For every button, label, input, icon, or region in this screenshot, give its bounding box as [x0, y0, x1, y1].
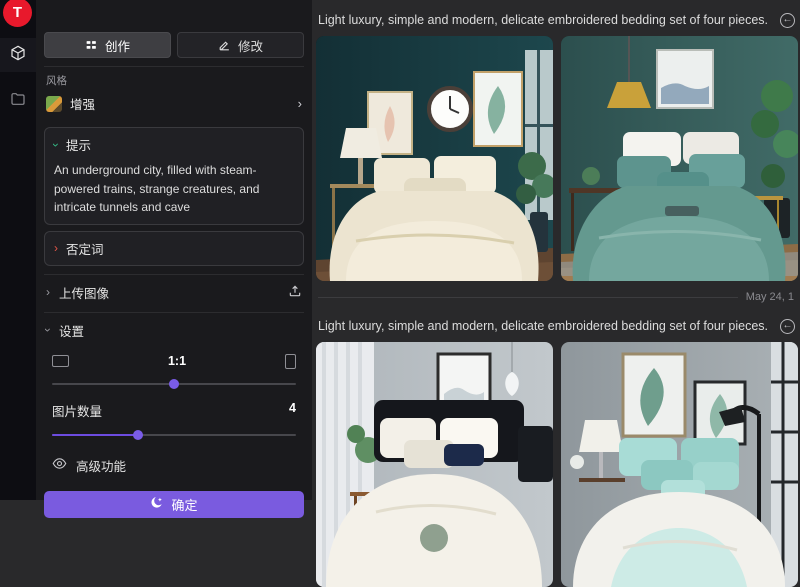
aspect-ratio-value: 1:1 — [69, 354, 285, 368]
image-count-value: 4 — [289, 401, 296, 420]
moon-sparkle-icon — [150, 496, 164, 513]
prompt-box-header[interactable]: › 提示 — [54, 135, 294, 154]
tab-create-label: 创作 — [105, 36, 130, 55]
date-label: May 24, 1 — [746, 291, 794, 303]
advanced-features-row[interactable]: 高级功能 — [52, 456, 296, 475]
aspect-ratio-slider[interactable] — [52, 383, 296, 385]
chevron-down-icon: › — [42, 328, 54, 332]
negative-label: 否定词 — [66, 239, 104, 258]
cube-icon — [10, 45, 26, 66]
image-count-row: 图片数量 4 — [52, 401, 296, 420]
slider-thumb[interactable] — [169, 379, 179, 389]
chevron-right-icon: › — [54, 242, 58, 254]
landscape-ratio-icon[interactable] — [52, 355, 69, 367]
generation-panel: 创作 修改 风格 增强 › › 提示 An underground city, … — [36, 0, 312, 500]
prompt-title: 提示 — [66, 135, 91, 154]
tab-modify-label: 修改 — [238, 36, 263, 55]
settings-label: 设置 — [59, 321, 84, 340]
upload-icon — [288, 284, 302, 301]
generated-image[interactable] — [316, 36, 553, 281]
app-logo[interactable]: T — [3, 0, 32, 27]
folder-icon — [10, 91, 26, 112]
confirm-button[interactable]: 确定 — [44, 491, 304, 518]
tab-create[interactable]: 创作 — [44, 32, 171, 58]
settings-header[interactable]: › 设置 — [44, 312, 304, 342]
sidebar-item-assets[interactable] — [0, 84, 36, 118]
date-divider: May 24, 1 — [318, 291, 794, 303]
generation-group: Light luxury, simple and modern, delicat… — [312, 9, 800, 303]
style-value: 增强 — [70, 94, 95, 113]
result-prompt-text: Light luxury, simple and modern, delicat… — [318, 13, 768, 27]
grid-icon — [85, 39, 98, 52]
aspect-ratio-row: 1:1 — [52, 354, 296, 369]
image-count-slider[interactable] — [52, 434, 296, 436]
app-rail: T — [0, 0, 36, 500]
tab-modify[interactable]: 修改 — [177, 32, 304, 58]
image-count-label: 图片数量 — [52, 401, 102, 420]
style-thumbnail-icon — [46, 96, 62, 112]
chevron-down-icon: › — [50, 143, 62, 147]
generated-image[interactable] — [316, 342, 553, 587]
results-area: Light luxury, simple and modern, delicat… — [312, 0, 800, 500]
eye-icon — [52, 456, 67, 474]
portrait-ratio-icon[interactable] — [285, 354, 296, 369]
chevron-right-icon: › — [46, 286, 50, 298]
generated-image[interactable] — [561, 342, 798, 587]
regenerate-icon[interactable]: ← — [780, 319, 795, 334]
mode-tabs: 创作 修改 — [44, 32, 304, 58]
slider-thumb[interactable] — [133, 430, 143, 440]
prompt-box[interactable]: › 提示 An underground city, filled with st… — [44, 127, 304, 225]
chevron-right-icon: › — [298, 96, 302, 111]
edit-icon — [218, 39, 231, 52]
negative-box[interactable]: › 否定词 — [44, 231, 304, 266]
style-label: 风格 — [46, 73, 304, 88]
confirm-label: 确定 — [171, 495, 197, 514]
generated-image[interactable] — [561, 36, 798, 281]
sidebar-item-generate[interactable] — [0, 38, 36, 72]
upload-label: 上传图像 — [59, 283, 109, 302]
style-section: 风格 增强 › — [44, 66, 304, 121]
prompt-input[interactable]: An underground city, filled with steam-p… — [54, 161, 294, 217]
result-prompt-text: Light luxury, simple and modern, delicat… — [318, 319, 768, 333]
advanced-label: 高级功能 — [76, 456, 126, 475]
upload-image-row[interactable]: › 上传图像 — [44, 274, 304, 304]
regenerate-icon[interactable]: ← — [780, 13, 795, 28]
style-selector[interactable]: 增强 › — [44, 88, 304, 121]
generation-group: Light luxury, simple and modern, delicat… — [312, 315, 800, 587]
